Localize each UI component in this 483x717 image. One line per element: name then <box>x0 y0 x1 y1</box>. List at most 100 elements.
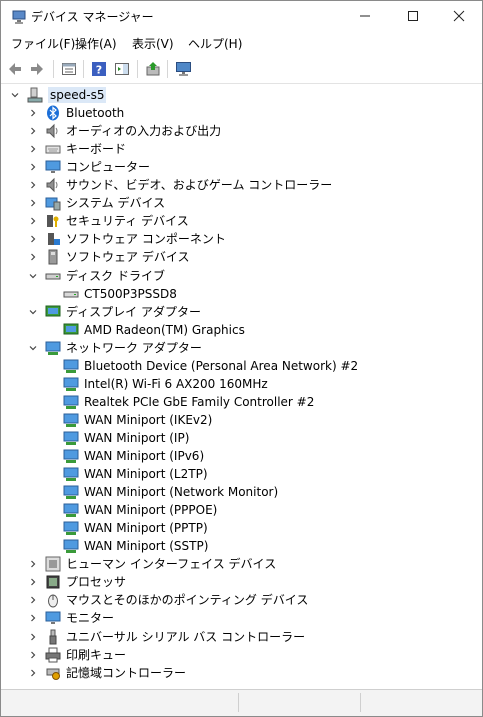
window-title: デバイス マネージャー <box>31 10 154 24</box>
status-bar <box>1 689 482 716</box>
root-node-label: speed-s5 <box>48 87 107 103</box>
tree-category[interactable]: サウンド、ビデオ、およびゲーム コントローラー <box>27 176 332 194</box>
speaker-icon <box>45 177 61 193</box>
help-button[interactable]: ? <box>89 59 109 79</box>
printer-icon <box>45 647 61 663</box>
update-driver-button[interactable] <box>143 59 163 79</box>
tree-device-item[interactable]: CT500P3PSSD8 <box>63 285 177 303</box>
tree-item-label: コンピューター <box>66 160 151 174</box>
minimize-button[interactable] <box>342 1 388 31</box>
network-child-icon <box>63 448 79 464</box>
tree-category[interactable]: 印刷キュー <box>27 646 126 664</box>
usb-icon <box>45 629 61 645</box>
tree-category[interactable]: ソフトウェア コンポーネント <box>27 230 226 248</box>
network-child-icon <box>63 538 79 554</box>
tree-device-item[interactable]: WAN Miniport (IP) <box>63 429 189 447</box>
chevron-right-icon[interactable] <box>27 612 39 624</box>
tree-category[interactable]: マウスとそのほかのポインティング デバイス <box>27 591 308 609</box>
tree-category[interactable]: Bluetooth <box>27 104 124 122</box>
tree-category[interactable]: ヒューマン インターフェイス デバイス <box>27 555 276 573</box>
display-adapter-icon <box>45 304 61 320</box>
tree-device-item[interactable]: AMD Radeon(TM) Graphics <box>63 321 245 339</box>
tree-device-item[interactable]: WAN Miniport (IKEv2) <box>63 411 212 429</box>
svg-text:?: ? <box>96 64 102 77</box>
tree-category[interactable]: セキュリティ デバイス <box>27 212 189 230</box>
network-child-icon <box>63 376 79 392</box>
chevron-down-icon[interactable] <box>27 270 39 282</box>
tree-category[interactable]: コンピューター <box>27 158 150 176</box>
tree-category[interactable]: ソフトウェア デバイス <box>27 248 189 266</box>
tree-root-computer[interactable]: speed-s5 <box>9 86 107 104</box>
chevron-right-icon[interactable] <box>27 251 39 263</box>
chevron-right-icon[interactable] <box>27 161 39 173</box>
tree-device-item[interactable]: WAN Miniport (L2TP) <box>63 465 208 483</box>
system-icon <box>45 195 61 211</box>
properties-view-button[interactable] <box>59 59 79 79</box>
tree-item-label: Bluetooth <box>66 106 125 120</box>
tree-item-label: WAN Miniport (PPTP) <box>84 521 208 535</box>
tree-item-label: ソフトウェア デバイス <box>66 250 190 264</box>
tree-device-item[interactable]: WAN Miniport (IPv6) <box>63 447 204 465</box>
tree-category[interactable]: ユニバーサル シリアル バス コントローラー <box>27 628 305 646</box>
tree-item-label: 印刷キュー <box>66 648 127 662</box>
title-bar[interactable]: デバイス マネージャー <box>1 1 482 31</box>
tree-device-item[interactable]: Realtek PCIe GbE Family Controller #2 <box>63 393 314 411</box>
tree-device-item[interactable]: WAN Miniport (SSTP) <box>63 537 208 555</box>
maximize-button[interactable] <box>390 1 436 31</box>
tree-category[interactable]: プロセッサ <box>27 573 126 591</box>
forward-button[interactable] <box>27 59 47 79</box>
chevron-down-icon[interactable] <box>9 89 21 101</box>
help-icon: ? <box>92 62 106 77</box>
back-button[interactable] <box>5 59 25 79</box>
tree-category[interactable]: キーボード <box>27 140 126 158</box>
tree-category[interactable]: ネットワーク アダプター <box>27 339 202 357</box>
chevron-right-icon[interactable] <box>27 558 39 570</box>
chevron-down-icon[interactable] <box>27 342 39 354</box>
chevron-right-icon[interactable] <box>27 233 39 245</box>
chevron-right-icon[interactable] <box>27 576 39 588</box>
action-pane-button[interactable] <box>112 59 132 79</box>
tree-category[interactable]: システム デバイス <box>27 194 165 212</box>
menu-bar: ファイル(F) 操作(A) 表示(V) ヘルプ(H) <box>1 31 482 55</box>
device-manager-app-icon <box>11 9 27 25</box>
tree-item-label: ディスク ドライブ <box>66 269 165 283</box>
chevron-right-icon[interactable] <box>27 107 39 119</box>
network-child-icon <box>63 412 79 428</box>
network-child-icon <box>63 358 79 374</box>
chevron-right-icon[interactable] <box>27 125 39 137</box>
menu-action[interactable]: 操作(A) <box>75 35 117 52</box>
tree-category[interactable]: モニター <box>27 609 114 627</box>
tree-item-label: WAN Miniport (SSTP) <box>84 539 209 553</box>
tree-category[interactable]: オーディオの入力および出力 <box>27 122 221 140</box>
menu-help[interactable]: ヘルプ(H) <box>188 35 242 52</box>
chevron-right-icon[interactable] <box>27 631 39 643</box>
tree-item-label: Intel(R) Wi-Fi 6 AX200 160MHz <box>84 377 268 391</box>
tree-category[interactable]: 記憶域コントローラー <box>27 664 186 682</box>
keyboard-icon <box>45 141 61 157</box>
tree-device-item[interactable]: WAN Miniport (PPTP) <box>63 519 208 537</box>
tree-category[interactable]: ディスク ドライブ <box>27 267 165 285</box>
tree-item-label: セキュリティ デバイス <box>66 214 189 228</box>
arrow-left-icon <box>9 63 21 75</box>
menu-file[interactable]: ファイル(F) <box>11 35 75 52</box>
network-child-icon <box>63 502 79 518</box>
chevron-right-icon[interactable] <box>27 197 39 209</box>
chevron-right-icon[interactable] <box>27 143 39 155</box>
tree-device-item[interactable]: Intel(R) Wi-Fi 6 AX200 160MHz <box>63 375 268 393</box>
chevron-right-icon[interactable] <box>27 215 39 227</box>
update-driver-icon <box>146 62 160 76</box>
close-button[interactable] <box>436 1 482 31</box>
tree-category[interactable]: ディスプレイ アダプター <box>27 303 201 321</box>
chevron-down-icon[interactable] <box>27 306 39 318</box>
tree-device-item[interactable]: WAN Miniport (Network Monitor) <box>63 483 278 501</box>
hid-icon <box>45 556 61 572</box>
chevron-right-icon[interactable] <box>27 667 39 679</box>
display-child-icon <box>63 322 79 338</box>
scan-hardware-button[interactable] <box>174 59 194 79</box>
tree-device-item[interactable]: WAN Miniport (PPPOE) <box>63 501 217 519</box>
menu-view[interactable]: 表示(V) <box>132 35 174 52</box>
tree-device-item[interactable]: Bluetooth Device (Personal Area Network)… <box>63 357 358 375</box>
chevron-right-icon[interactable] <box>27 179 39 191</box>
chevron-right-icon[interactable] <box>27 649 39 661</box>
chevron-right-icon[interactable] <box>27 594 39 606</box>
